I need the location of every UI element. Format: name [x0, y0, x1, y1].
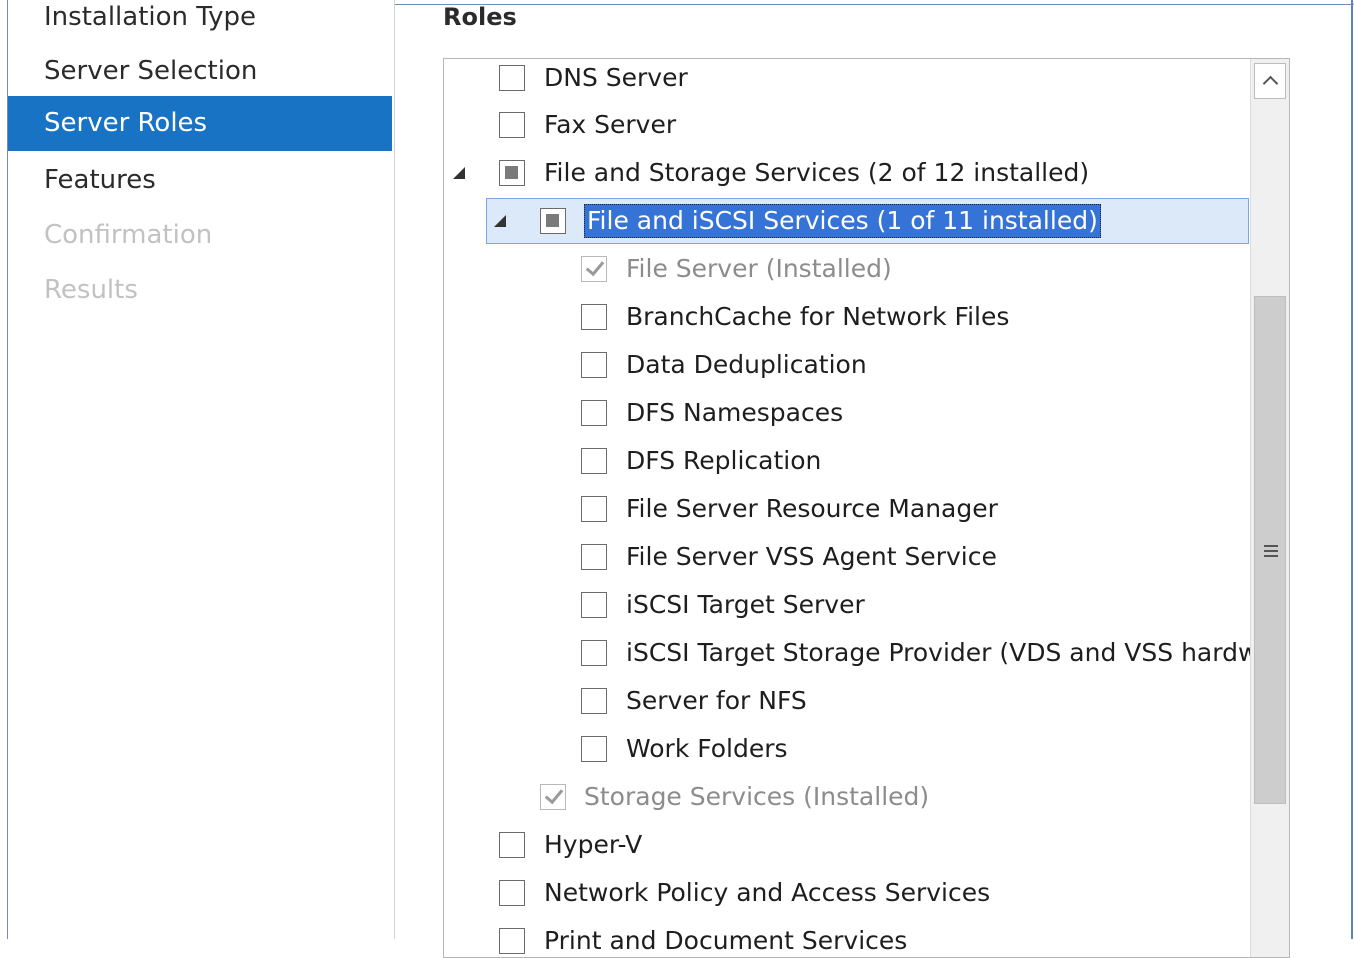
role-checkbox[interactable]: [499, 880, 525, 906]
role-item-iscsi-target-server[interactable]: iSCSI Target Server: [444, 582, 1249, 628]
role-checkbox[interactable]: [499, 832, 525, 858]
role-label: DFS Namespaces: [626, 398, 844, 427]
role-checkbox[interactable]: [499, 112, 525, 138]
vertical-scrollbar[interactable]: [1250, 59, 1289, 957]
nav-item-features[interactable]: Features: [8, 153, 392, 208]
role-checkbox: [581, 256, 607, 282]
role-checkbox[interactable]: [581, 688, 607, 714]
role-label: Work Folders: [626, 734, 788, 763]
role-label: DNS Server: [544, 63, 688, 92]
role-checkbox[interactable]: [581, 736, 607, 762]
role-checkbox[interactable]: [581, 592, 607, 618]
role-item-storage-services: Storage Services (Installed): [444, 774, 1249, 820]
window-border-right: [1351, 0, 1353, 939]
role-label: Storage Services (Installed): [584, 782, 930, 811]
role-item-hyper-v[interactable]: Hyper-V: [444, 822, 1249, 868]
scroll-thumb[interactable]: [1254, 296, 1286, 804]
role-checkbox[interactable]: [581, 640, 607, 666]
role-checkbox[interactable]: [581, 304, 607, 330]
role-item-npas[interactable]: Network Policy and Access Services: [444, 870, 1249, 916]
role-item-print-document-services[interactable]: Print and Document Services: [444, 918, 1249, 957]
role-item-iscsi-storage-provider[interactable]: iSCSI Target Storage Provider (VDS and V…: [444, 630, 1274, 676]
role-label: File Server Resource Manager: [626, 494, 998, 523]
role-label: File Server (Installed): [626, 254, 892, 283]
role-item-file-and-storage-services[interactable]: File and Storage Services (2 of 12 insta…: [444, 150, 1249, 196]
role-item-vss-agent[interactable]: File Server VSS Agent Service: [444, 534, 1249, 580]
role-item-dns-server[interactable]: DNS Server: [444, 59, 1249, 101]
nav-item-confirmation: Confirmation: [44, 220, 213, 250]
nav-item-results: Results: [44, 275, 138, 305]
role-label: Server for NFS: [626, 686, 807, 715]
roles-heading: Roles: [443, 3, 517, 31]
role-label: File Server VSS Agent Service: [626, 542, 997, 571]
role-checkbox[interactable]: [499, 160, 525, 186]
chevron-up-icon[interactable]: [1254, 63, 1286, 99]
role-label: BranchCache for Network Files: [626, 302, 1010, 331]
role-checkbox[interactable]: [499, 65, 525, 91]
role-label: Network Policy and Access Services: [544, 878, 991, 907]
nav-item-server-roles[interactable]: Server Roles: [8, 96, 392, 151]
nav-item-server-selection[interactable]: Server Selection: [8, 44, 392, 99]
role-item-file-server: File Server (Installed): [444, 246, 1249, 292]
role-checkbox[interactable]: [581, 544, 607, 570]
expand-triangle-icon[interactable]: [452, 166, 466, 180]
role-checkbox[interactable]: [581, 448, 607, 474]
role-label: File and iSCSI Services (1 of 11 install…: [584, 204, 1101, 238]
role-item-dfs-namespaces[interactable]: DFS Namespaces: [444, 390, 1249, 436]
role-label: File and Storage Services (2 of 12 insta…: [544, 158, 1090, 187]
role-label: Print and Document Services: [544, 926, 908, 955]
role-item-fsrm[interactable]: File Server Resource Manager: [444, 486, 1249, 532]
role-label: Data Deduplication: [626, 350, 867, 379]
nav-item-installation-type[interactable]: Installation Type: [8, 0, 392, 45]
role-checkbox[interactable]: [581, 352, 607, 378]
role-item-data-deduplication[interactable]: Data Deduplication: [444, 342, 1249, 388]
role-label: DFS Replication: [626, 446, 822, 475]
wizard-nav: Installation Type Server Selection Serve…: [8, 0, 394, 939]
role-item-fax-server[interactable]: Fax Server: [444, 102, 1249, 148]
role-item-branchcache[interactable]: BranchCache for Network Files: [444, 294, 1249, 340]
role-label: Hyper-V: [544, 830, 643, 859]
role-checkbox[interactable]: [581, 400, 607, 426]
role-item-work-folders[interactable]: Work Folders: [444, 726, 1249, 772]
nav-divider: [394, 0, 395, 939]
expand-triangle-icon[interactable]: [493, 214, 507, 228]
role-checkbox: [540, 784, 566, 810]
role-item-dfs-replication[interactable]: DFS Replication: [444, 438, 1249, 484]
role-item-server-for-nfs[interactable]: Server for NFS: [444, 678, 1249, 724]
role-checkbox[interactable]: [540, 208, 566, 234]
roles-tree-list[interactable]: DNS Server Fax Server File and Storage S…: [443, 58, 1290, 958]
role-label: iSCSI Target Server: [626, 590, 865, 619]
role-checkbox[interactable]: [581, 496, 607, 522]
role-item-file-and-iscsi-services[interactable]: File and iSCSI Services (1 of 11 install…: [444, 198, 1249, 244]
role-label: Fax Server: [544, 110, 677, 139]
role-label: iSCSI Target Storage Provider (VDS and V…: [626, 638, 1274, 667]
scroll-grip-icon: [1264, 545, 1278, 547]
role-checkbox[interactable]: [499, 928, 525, 954]
